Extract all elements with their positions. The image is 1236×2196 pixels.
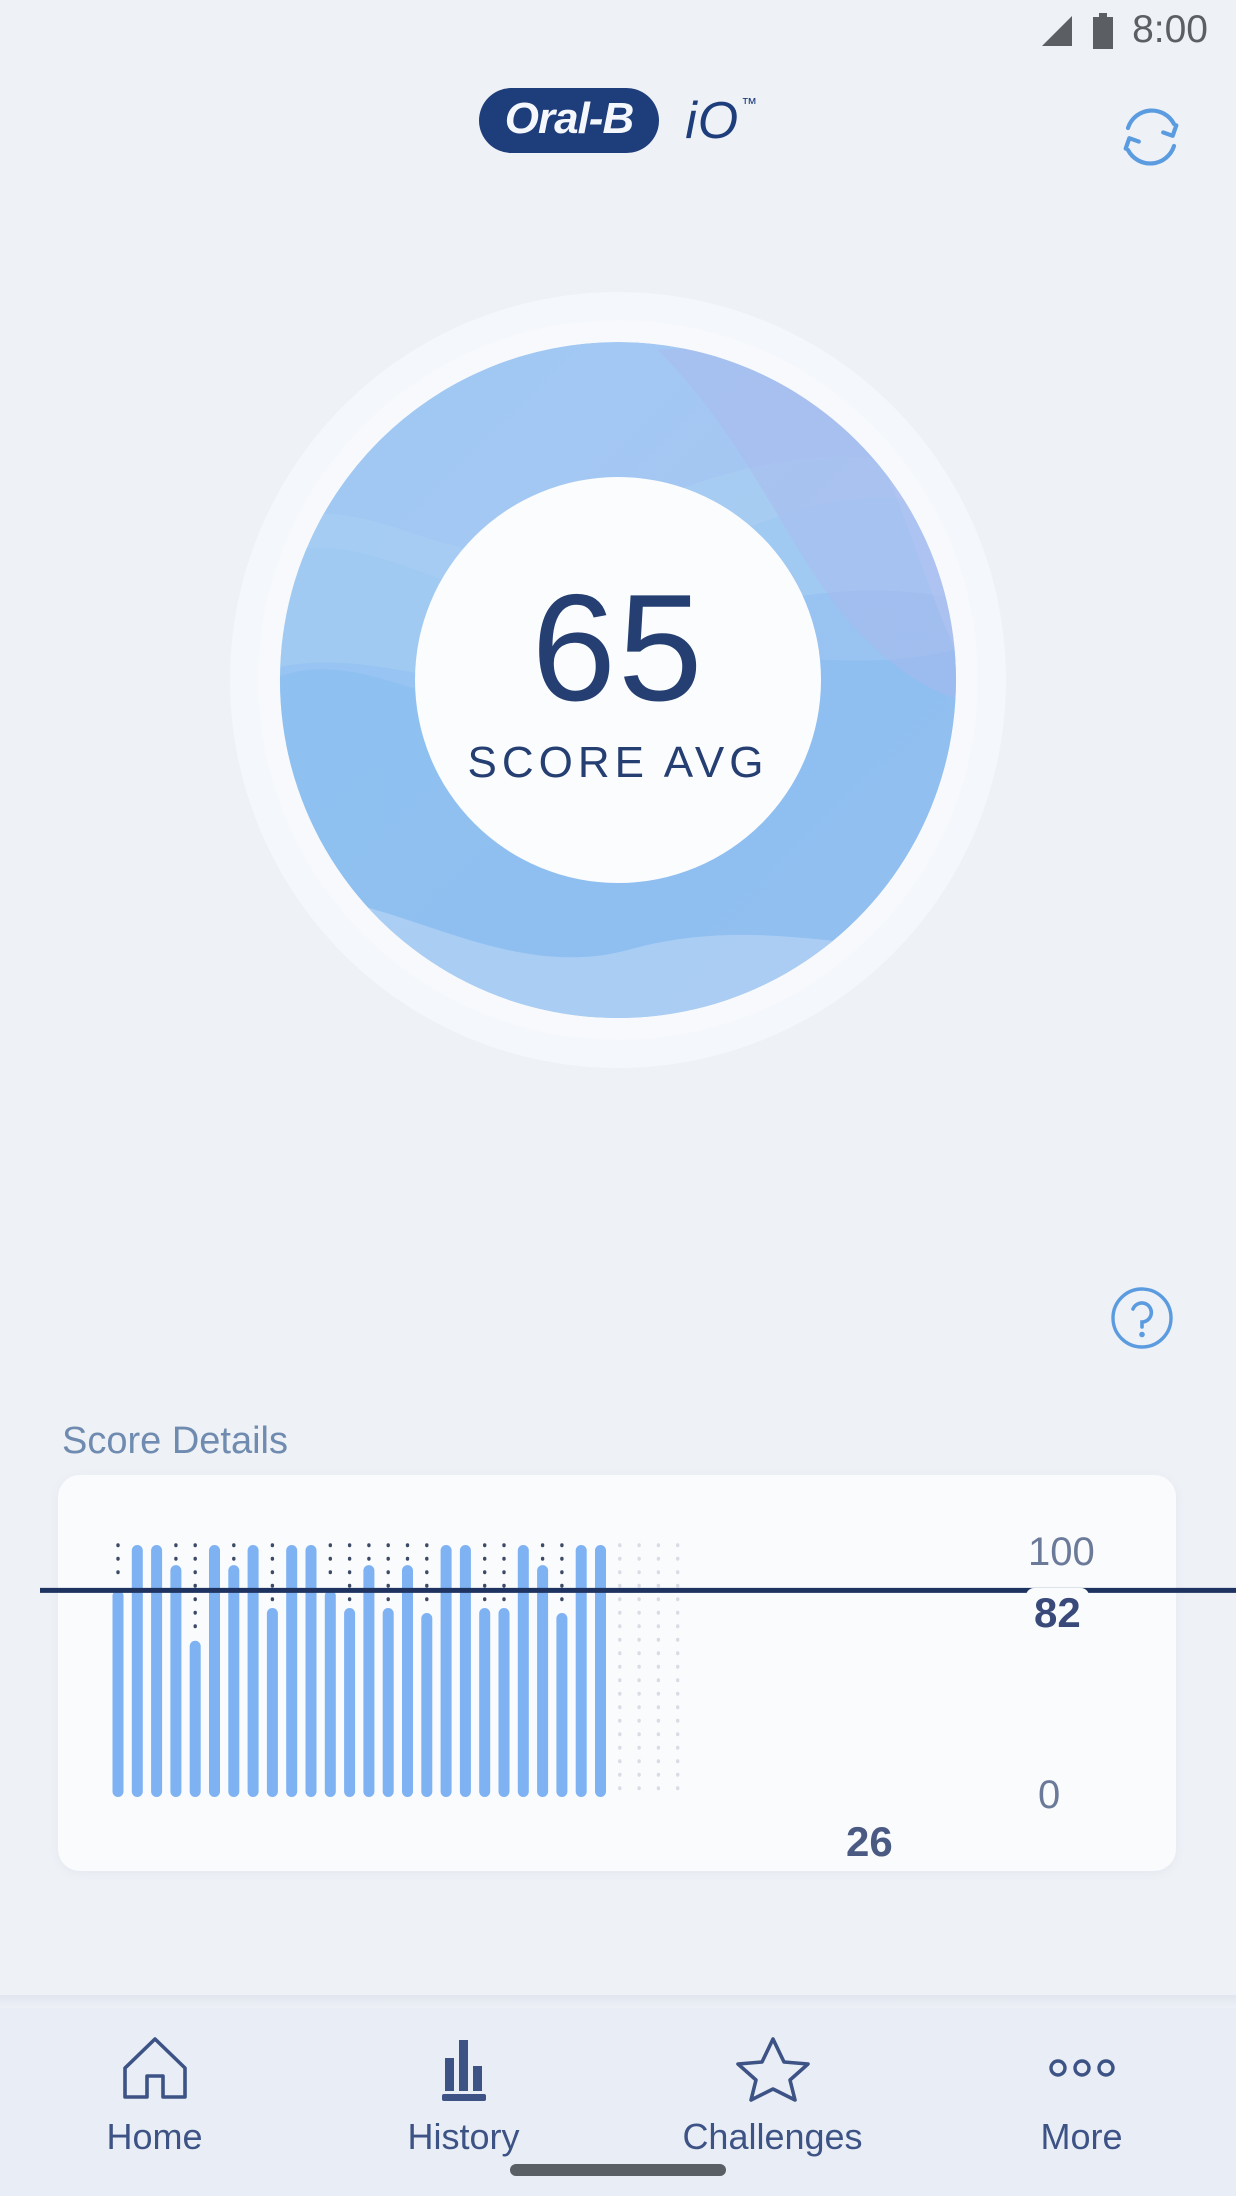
score-bar [498,1608,510,1797]
axis-label-average: 82 [1026,1588,1089,1638]
signal-triangle-icon [1042,16,1073,46]
score-bar [382,1608,394,1797]
score-bar [305,1545,317,1797]
three-dots-icon [1038,2034,1126,2102]
score-bar [247,1545,259,1797]
score-bar [459,1545,471,1797]
app-header: Oral-B iO ™ [0,62,1236,194]
score-bar [324,1590,336,1797]
trademark-symbol: ™ [741,95,758,113]
nav-label-home: Home [106,2116,203,2157]
star-icon [735,2034,811,2102]
home-icon [119,2034,191,2102]
score-dial[interactable]: 65 SCORE AVG [228,290,1008,1070]
oral-b-wordmark: Oral-B [478,88,660,153]
score-bar [479,1608,491,1797]
io-wordmark: iO ™ [685,95,757,147]
status-bar-clock: 8:00 [1132,7,1208,51]
score-bar [440,1545,452,1797]
question-circle-icon[interactable] [1110,1286,1174,1350]
nav-label-more: More [1040,2116,1123,2157]
nav-item-challenges[interactable]: Challenges [618,2034,927,2158]
nav-item-home[interactable]: Home [0,2034,309,2158]
status-bar: 8:00 [0,0,1236,62]
battery-full-icon [1093,13,1114,49]
axis-label-min: 0 [1038,1773,1061,1817]
nav-item-history[interactable]: History [309,2034,618,2158]
nav-item-more[interactable]: More [927,2034,1236,2158]
score-details-title: Score Details [62,1420,288,1462]
score-bar [537,1565,549,1797]
score-bar [517,1545,529,1797]
score-bar [421,1613,433,1797]
axis-label-max: 100 [1028,1530,1095,1574]
io-wordmark-text: iO [685,91,740,150]
score-bar [189,1640,201,1797]
score-dial-graphic [230,292,1006,1068]
score-bar [209,1545,220,1797]
score-bar [170,1565,182,1797]
bar-chart-icon [428,2034,500,2102]
system-home-indicator [510,2164,726,2176]
score-bar [228,1565,240,1797]
nav-separator [0,1995,1236,2009]
score-bar [402,1565,413,1797]
score-bar [131,1545,143,1797]
score-bar [112,1590,124,1797]
score-bar [595,1545,606,1797]
last-session-label: 26 [846,1818,893,1865]
score-bar [556,1613,568,1797]
score-bar [151,1545,163,1797]
score-bar [575,1545,587,1797]
score-bar [363,1565,375,1797]
oral-b-io-logo: Oral-B iO ™ [0,88,1236,153]
score-bar [266,1608,278,1797]
sync-refresh-icon[interactable] [1112,98,1190,176]
score-bar [286,1545,298,1797]
nav-label-history: History [407,2116,520,2157]
score-bar [344,1608,356,1797]
nav-label-challenges: Challenges [682,2116,863,2157]
oral-b-wordmark-text: Oral-B [504,94,634,143]
